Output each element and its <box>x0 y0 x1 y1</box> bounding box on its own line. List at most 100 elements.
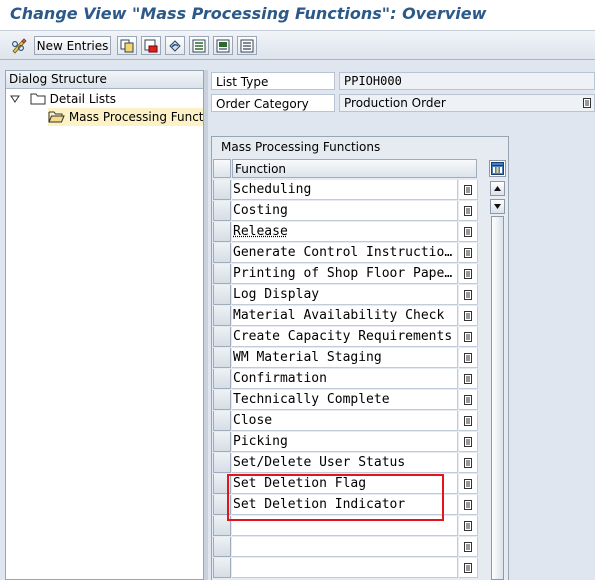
value-help-button[interactable] <box>459 348 478 368</box>
value-help-button[interactable] <box>459 222 478 242</box>
table-row[interactable]: Set Deletion Flag <box>213 474 478 495</box>
row-selector[interactable] <box>213 558 231 578</box>
table-row[interactable] <box>213 537 478 558</box>
undo-change-button[interactable] <box>165 36 185 55</box>
row-selector[interactable] <box>213 264 231 284</box>
copy-as-button[interactable] <box>117 36 137 55</box>
function-cell[interactable]: Material Availability Check <box>232 306 458 326</box>
table-row[interactable]: Material Availability Check <box>213 306 478 327</box>
function-cell[interactable]: Set Deletion Indicator <box>232 495 458 515</box>
value-help-button[interactable] <box>459 474 478 494</box>
value-help-button[interactable] <box>459 201 478 221</box>
row-selector[interactable] <box>213 516 231 536</box>
scroll-up-button[interactable] <box>490 181 505 196</box>
table-row[interactable]: Picking <box>213 432 478 453</box>
arrow-up-icon <box>494 186 501 191</box>
row-selector[interactable] <box>213 390 231 410</box>
table-row[interactable]: Technically Complete <box>213 390 478 411</box>
table-row[interactable]: Release <box>213 222 478 243</box>
table-row[interactable]: Generate Control Instructions <box>213 243 478 264</box>
table-row[interactable]: Confirmation <box>213 369 478 390</box>
expand-triangle-icon[interactable] <box>10 94 20 104</box>
function-cell[interactable] <box>232 537 458 557</box>
row-selector[interactable] <box>213 369 231 389</box>
row-selector[interactable] <box>213 243 231 263</box>
table-row[interactable]: Scheduling <box>213 180 478 201</box>
pane-splitter[interactable] <box>204 70 208 580</box>
function-cell[interactable]: Printing of Shop Floor Papers <box>232 264 458 284</box>
delete-button[interactable] <box>141 36 161 55</box>
table-row[interactable] <box>213 516 478 537</box>
function-cell[interactable]: Picking <box>232 432 458 452</box>
function-cell[interactable]: Close <box>232 411 458 431</box>
function-cell[interactable]: Create Capacity Requirements <box>232 327 458 347</box>
function-cell[interactable]: Technically Complete <box>232 390 458 410</box>
row-selector[interactable] <box>213 180 231 200</box>
row-selector[interactable] <box>213 537 231 557</box>
value-help-button[interactable] <box>459 306 478 326</box>
value-help-button[interactable] <box>459 243 478 263</box>
function-cell[interactable]: Log Display <box>232 285 458 305</box>
function-cell[interactable]: Scheduling <box>232 180 458 200</box>
row-selector[interactable] <box>213 474 231 494</box>
value-help-icon[interactable] <box>583 98 591 108</box>
select-block-button[interactable] <box>213 36 233 55</box>
row-selector[interactable] <box>213 348 231 368</box>
tree-node-detail-lists[interactable]: Detail Lists <box>10 90 116 108</box>
row-selector[interactable] <box>213 453 231 473</box>
deselect-all-button[interactable] <box>237 36 257 55</box>
value-help-icon <box>464 352 472 363</box>
delete-icon <box>144 39 158 52</box>
row-selector[interactable] <box>213 222 231 242</box>
function-cell[interactable] <box>232 516 458 536</box>
select-all-rows-cell[interactable] <box>213 159 231 178</box>
value-help-button[interactable] <box>459 432 478 452</box>
value-help-button[interactable] <box>459 327 478 347</box>
function-cell[interactable]: Confirmation <box>232 369 458 389</box>
value-help-button[interactable] <box>459 369 478 389</box>
table-row[interactable]: Set/Delete User Status <box>213 453 478 474</box>
function-cell[interactable] <box>232 558 458 578</box>
select-all-button[interactable] <box>189 36 209 55</box>
value-help-button[interactable] <box>459 180 478 200</box>
row-selector[interactable] <box>213 411 231 431</box>
value-help-button[interactable] <box>459 453 478 473</box>
table-vertical-scrollbar[interactable] <box>490 180 505 580</box>
scroll-thumb[interactable] <box>491 216 504 580</box>
row-selector[interactable] <box>213 306 231 326</box>
table-row[interactable]: Create Capacity Requirements <box>213 327 478 348</box>
row-selector[interactable] <box>213 201 231 221</box>
function-cell[interactable]: WM Material Staging <box>232 348 458 368</box>
row-selector[interactable] <box>213 432 231 452</box>
column-header-function[interactable]: Function <box>232 159 477 178</box>
value-help-button[interactable] <box>459 390 478 410</box>
value-help-button[interactable] <box>459 285 478 305</box>
value-help-button[interactable] <box>459 558 478 578</box>
value-help-button[interactable] <box>459 516 478 536</box>
row-selector[interactable] <box>213 285 231 305</box>
table-row[interactable]: Printing of Shop Floor Papers <box>213 264 478 285</box>
function-cell[interactable]: Release <box>232 222 458 242</box>
function-cell[interactable]: Set/Delete User Status <box>232 453 458 473</box>
table-settings-button[interactable] <box>489 160 506 177</box>
function-cell[interactable]: Generate Control Instructions <box>232 243 458 263</box>
function-cell[interactable]: Costing <box>232 201 458 221</box>
table-row[interactable]: WM Material Staging <box>213 348 478 369</box>
table-row[interactable]: Costing <box>213 201 478 222</box>
display-change-button[interactable] <box>8 36 30 55</box>
table-row[interactable]: Log Display <box>213 285 478 306</box>
table-row[interactable]: Set Deletion Indicator <box>213 495 478 516</box>
new-entries-button[interactable]: New Entries <box>34 36 111 55</box>
value-help-button[interactable] <box>459 411 478 431</box>
table-row[interactable]: Close <box>213 411 478 432</box>
scroll-down-button[interactable] <box>490 199 505 214</box>
tree-node-mass-processing-functions[interactable]: Mass Processing Functions <box>48 108 203 126</box>
table-row[interactable] <box>213 558 478 579</box>
value-help-button[interactable] <box>459 495 478 515</box>
value-help-button[interactable] <box>459 264 478 284</box>
value-help-icon <box>464 226 472 237</box>
row-selector[interactable] <box>213 495 231 515</box>
row-selector[interactable] <box>213 327 231 347</box>
value-help-button[interactable] <box>459 537 478 557</box>
function-cell[interactable]: Set Deletion Flag <box>232 474 458 494</box>
